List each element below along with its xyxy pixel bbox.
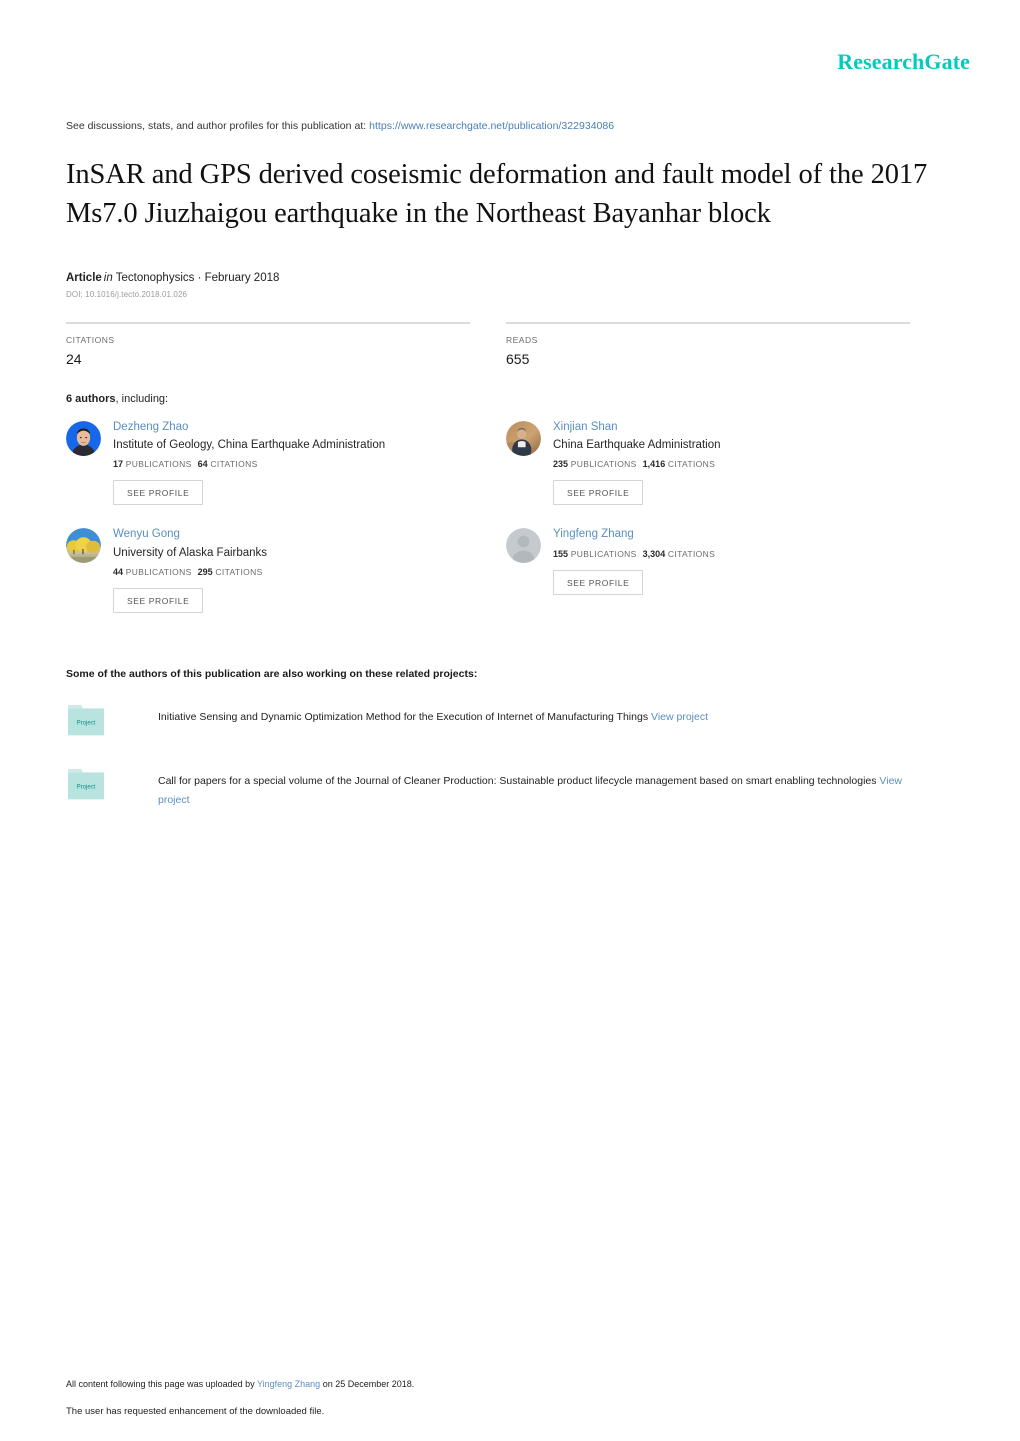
author-citations-label: CITATIONS bbox=[667, 459, 716, 470]
avatar bbox=[506, 420, 541, 456]
author-citations-label: CITATIONS bbox=[215, 567, 263, 577]
project-title: Initiative Sensing and Dynamic Optimizat… bbox=[158, 711, 649, 723]
footer-enhancement-note: The user has requested enhancement of th… bbox=[66, 1406, 325, 1417]
project-folder-icon: Project bbox=[66, 766, 108, 806]
author-name-link[interactable]: Xinjian Shan bbox=[553, 420, 721, 434]
author-institution: China Earthquake Administration bbox=[553, 438, 721, 451]
article-journal-date: Tectonophysics · February 2018 bbox=[115, 271, 280, 284]
authors-heading: 6 authors, including: bbox=[66, 393, 954, 405]
author-publications-label: PUBLICATIONS bbox=[125, 567, 192, 577]
view-project-link[interactable]: View project bbox=[651, 711, 708, 723]
reads-divider bbox=[506, 321, 910, 324]
author-citations-label: CITATIONS bbox=[210, 459, 258, 470]
reads-label: READS bbox=[506, 334, 538, 345]
author-stats: 17 PUBLICATIONS 64 CITATIONS bbox=[113, 459, 385, 469]
stats-row: CITATIONS 24 READS 655 bbox=[66, 321, 954, 367]
reads-value: 655 bbox=[506, 350, 530, 367]
author-card: Dezheng Zhao Institute of Geology, China… bbox=[66, 419, 506, 506]
project-row: Project Call for papers for a special vo… bbox=[66, 764, 954, 811]
author-publications-label: PUBLICATIONS bbox=[125, 459, 192, 470]
footer-uploader-link[interactable]: Yingfeng Zhang bbox=[257, 1379, 320, 1389]
author-info: Wenyu Gong University of Alaska Fairbank… bbox=[113, 526, 267, 613]
citations-stat: CITATIONS 24 bbox=[66, 321, 470, 367]
author-info: Yingfeng Zhang 155 PUBLICATIONS 3,304 CIT… bbox=[553, 526, 715, 595]
citations-value: 24 bbox=[66, 350, 82, 367]
project-folder-label: Project bbox=[77, 721, 96, 727]
related-projects-heading: Some of the authors of this publication … bbox=[66, 668, 478, 680]
author-stats: 155 PUBLICATIONS 3,304 CITATIONS bbox=[553, 549, 715, 559]
footer-prefix-text: All content following this page was uplo… bbox=[66, 1379, 255, 1389]
author-institution: Institute of Geology, China Earthquake A… bbox=[113, 438, 386, 451]
citations-divider bbox=[66, 321, 470, 324]
author-publications-label: PUBLICATIONS bbox=[570, 459, 637, 470]
author-citations-count: 64 bbox=[197, 459, 208, 470]
footer-upload-line: All content following this page was uplo… bbox=[66, 1379, 954, 1389]
avatar-photo-landscape-icon bbox=[66, 528, 101, 564]
authors-count: 6 authors bbox=[66, 392, 116, 405]
reads-stat: READS 655 bbox=[506, 321, 910, 367]
page-content: See discussions, stats, and author profi… bbox=[66, 0, 954, 811]
author-stats: 44 PUBLICATIONS 295 CITATIONS bbox=[113, 567, 267, 577]
article-doi: DOI: 10.1016/j.tecto.2018.01.026 bbox=[66, 289, 188, 299]
article-type-label: Article bbox=[66, 271, 102, 284]
project-description: Call for papers for a special volume of … bbox=[158, 764, 930, 811]
project-row: Project Initiative Sensing and Dynamic O… bbox=[66, 700, 954, 742]
avatar bbox=[66, 528, 101, 564]
author-institution: University of Alaska Fairbanks bbox=[113, 546, 268, 559]
article-meta: Article in Tectonophysics · February 2018 bbox=[66, 272, 954, 284]
avatar-photo-person-tan-icon bbox=[506, 420, 541, 456]
author-publications-count: 17 bbox=[113, 459, 124, 470]
page-title: InSAR and GPS derived coseismic deformat… bbox=[66, 159, 928, 229]
author-citations-count: 3,304 bbox=[642, 548, 666, 559]
project-title: Call for papers for a special volume of … bbox=[158, 775, 877, 787]
see-profile-button[interactable]: SEE PROFILE bbox=[113, 588, 204, 613]
author-citations-count: 295 bbox=[197, 567, 213, 577]
project-folder-icon: Project bbox=[66, 702, 108, 742]
author-citations-label: CITATIONS bbox=[667, 548, 716, 559]
authors-including-text: , including: bbox=[115, 392, 169, 405]
project-folder-label: Project bbox=[77, 785, 96, 791]
footer-suffix-text: on 25 December 2018. bbox=[322, 1379, 415, 1389]
author-citations-count: 1,416 bbox=[642, 459, 666, 470]
discussion-stats-line: See discussions, stats, and author profi… bbox=[66, 120, 954, 132]
avatar-placeholder-silhouette-icon bbox=[506, 528, 541, 564]
author-publications-count: 235 bbox=[553, 459, 569, 470]
author-stats: 235 PUBLICATIONS 1,416 CITATIONS bbox=[553, 459, 721, 469]
author-card: Yingfeng Zhang 155 PUBLICATIONS 3,304 CIT… bbox=[506, 526, 946, 613]
discussion-prefix-text: See discussions, stats, and author profi… bbox=[66, 120, 367, 132]
citations-label: CITATIONS bbox=[66, 334, 115, 345]
author-publications-count: 44 bbox=[113, 567, 124, 577]
author-name-link[interactable]: Dezheng Zhao bbox=[113, 420, 385, 434]
see-profile-button[interactable]: SEE PROFILE bbox=[113, 480, 204, 506]
author-name-link[interactable]: Wenyu Gong bbox=[113, 527, 267, 541]
author-card: Wenyu Gong University of Alaska Fairbank… bbox=[66, 526, 506, 613]
author-name-link[interactable]: Yingfeng Zhang bbox=[553, 527, 715, 541]
article-in-word: in bbox=[103, 271, 113, 284]
footer: All content following this page was uplo… bbox=[66, 1379, 954, 1417]
see-profile-button[interactable]: SEE PROFILE bbox=[553, 480, 644, 506]
author-publications-label: PUBLICATIONS bbox=[570, 548, 637, 559]
avatar-photo-person-blue-icon bbox=[66, 420, 101, 456]
see-profile-button[interactable]: SEE PROFILE bbox=[553, 569, 644, 595]
publication-url-link[interactable]: https://www.researchgate.net/publication… bbox=[369, 120, 614, 132]
authors-grid: Dezheng Zhao Institute of Geology, China… bbox=[66, 419, 954, 635]
author-publications-count: 155 bbox=[553, 548, 569, 559]
author-info: Xinjian Shan China Earthquake Administra… bbox=[553, 419, 721, 506]
author-info: Dezheng Zhao Institute of Geology, China… bbox=[113, 419, 385, 506]
avatar bbox=[506, 528, 541, 564]
author-card: Xinjian Shan China Earthquake Administra… bbox=[506, 419, 946, 506]
project-description: Initiative Sensing and Dynamic Optimizat… bbox=[158, 700, 708, 727]
avatar bbox=[66, 420, 101, 456]
